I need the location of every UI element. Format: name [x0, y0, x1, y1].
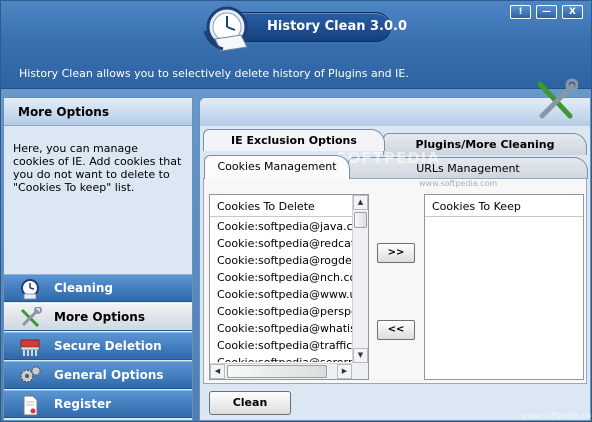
app-subtitle: History Clean allows you to selectively … — [19, 67, 409, 80]
watermark-text: SOFTPEDIA — [336, 149, 440, 167]
cookies-to-keep-list[interactable]: Cookies To Keep — [424, 194, 584, 380]
clean-button[interactable]: Clean — [209, 391, 291, 415]
horizontal-scrollbar[interactable]: ◀ ▶ — [210, 363, 352, 379]
info-button[interactable]: ! — [510, 5, 531, 19]
tab-cookies-management[interactable]: Cookies Management — [204, 155, 350, 179]
list-item[interactable]: Cookie:softpedia@rogde.ad — [210, 252, 352, 269]
tools-icon — [20, 307, 42, 328]
cookies-management-panel: Cookies To Delete Cookie:softpedia@java.… — [203, 178, 587, 384]
shredder-icon — [20, 339, 40, 356]
clock-logo-icon — [203, 6, 248, 52]
nav-label: More Options — [54, 310, 145, 324]
list-item[interactable]: Cookie:softpedia@trafficmp — [210, 337, 352, 354]
list-items: Cookie:softpedia@java.com Cookie:softped… — [210, 218, 352, 362]
close-button[interactable]: X — [562, 5, 583, 19]
header: History Clean 3.0.0 History Clean allows… — [1, 1, 591, 89]
list-item[interactable]: Cookie:softpedia@perspect — [210, 303, 352, 320]
scroll-down-icon[interactable]: ▼ — [353, 348, 368, 363]
nav-label: Register — [54, 397, 112, 411]
list-item[interactable]: Cookie:softpedia@java.com — [210, 218, 352, 235]
scroll-corner — [352, 363, 368, 379]
nav-label: Cleaning — [54, 281, 113, 295]
scroll-thumb[interactable] — [227, 365, 327, 378]
vertical-scrollbar[interactable]: ▲ ▼ — [352, 195, 368, 363]
nav-item-more-options[interactable]: More Options — [4, 303, 192, 331]
scroll-thumb[interactable] — [354, 212, 367, 228]
left-panel-title: More Options — [4, 98, 192, 126]
scroll-right-icon[interactable]: ▶ — [337, 364, 352, 379]
cookies-to-delete-list[interactable]: Cookies To Delete Cookie:softpedia@java.… — [209, 194, 369, 380]
left-panel-description: Here, you can manage cookies of IE. Add … — [13, 142, 182, 194]
watermark-url: www.softpedia.com — [419, 179, 498, 188]
list-header: Cookies To Delete — [210, 195, 368, 217]
app-title: History Clean 3.0.0 — [267, 19, 408, 34]
watermark-url: www.softpedia.com — [521, 411, 592, 420]
tab-ie-exclusion-options[interactable]: IE Exclusion Options — [203, 129, 385, 151]
gears-icon — [20, 366, 41, 383]
document-icon — [23, 395, 38, 416]
scroll-left-icon[interactable]: ◀ — [210, 364, 225, 379]
nav-label: Secure Deletion — [54, 339, 162, 353]
left-panel: More Options Here, you can manage cookie… — [3, 97, 193, 421]
nav-item-cleaning[interactable]: Cleaning — [4, 274, 192, 302]
move-to-delete-button[interactable]: << — [377, 320, 415, 340]
list-item[interactable]: Cookie:softpedia@www.ups — [210, 286, 352, 303]
right-panel-header — [200, 98, 590, 126]
minimize-button[interactable]: — — [536, 5, 557, 19]
nav-item-secure-deletion[interactable]: Secure Deletion — [4, 332, 192, 360]
list-item[interactable]: Cookie:softpedia@serorp.i — [210, 354, 352, 362]
list-item[interactable]: Cookie:softpedia@whatismy — [210, 320, 352, 337]
tools-icon — [537, 78, 578, 119]
nav-item-general-options[interactable]: General Options — [4, 361, 192, 389]
right-panel: Plugins/More Cleaning IE Exclusion Optio… — [199, 78, 591, 421]
nav-item-register[interactable]: Register — [4, 390, 192, 418]
scroll-up-icon[interactable]: ▲ — [353, 195, 368, 210]
list-item[interactable]: Cookie:softpedia@nch.com. — [210, 269, 352, 286]
nav-label: General Options — [54, 368, 164, 382]
list-item[interactable]: Cookie:softpedia@redcatsu — [210, 235, 352, 252]
move-to-keep-button[interactable]: >> — [377, 243, 415, 263]
list-header: Cookies To Keep — [425, 195, 583, 217]
app-window: History Clean 3.0.0 History Clean allows… — [0, 0, 592, 422]
clock-icon — [21, 279, 39, 300]
